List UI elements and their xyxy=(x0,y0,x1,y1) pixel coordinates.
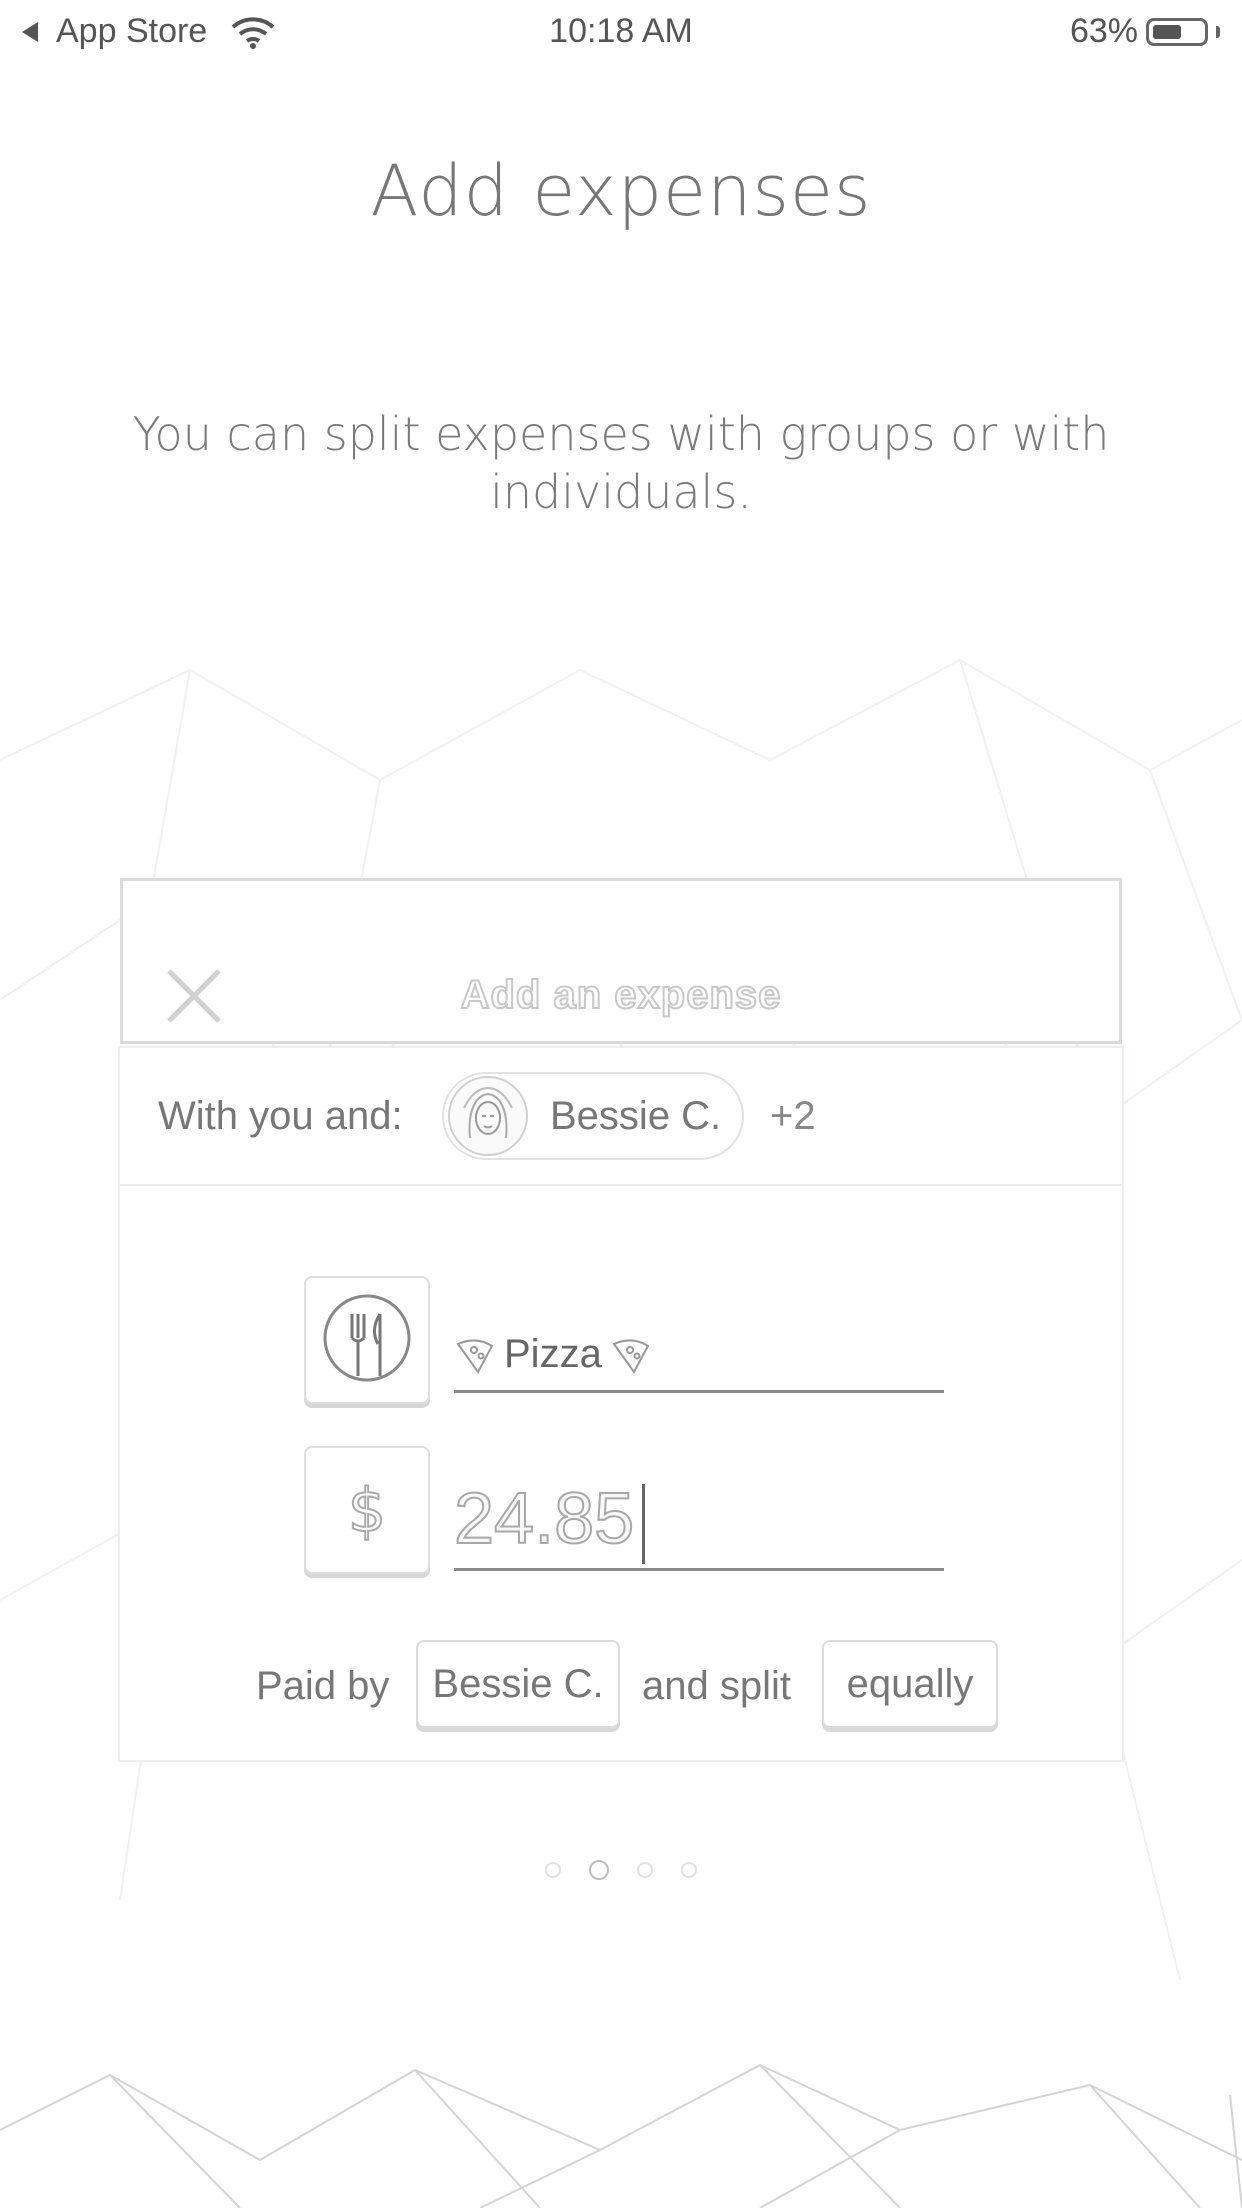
amount-field[interactable]: 24.85 xyxy=(453,1468,944,1571)
text-cursor xyxy=(642,1484,645,1564)
avatar xyxy=(448,1076,528,1156)
description-value: Pizza xyxy=(504,1332,602,1376)
description-field[interactable]: Pizza xyxy=(454,1310,944,1393)
status-bar: App Store 10:18 AM 63% xyxy=(0,0,1242,62)
pizza-icon xyxy=(612,1339,650,1374)
page-subtitle: You can split expenses with groups or wi… xyxy=(132,407,1110,519)
page-indicator xyxy=(0,1860,1242,1880)
expense-card: With you and: Bessie C. +2 Pizza $ 24.85… xyxy=(118,1046,1124,1762)
paid-by-label: Paid by xyxy=(256,1664,390,1708)
category-button[interactable] xyxy=(304,1276,430,1404)
page-dot[interactable] xyxy=(637,1862,653,1878)
pizza-icon xyxy=(456,1339,494,1374)
with-label: With you and: xyxy=(158,1094,403,1138)
participant-chip[interactable]: Bessie C. xyxy=(442,1072,744,1160)
split-method-button[interactable]: equally xyxy=(822,1640,998,1728)
battery-percent: 63% xyxy=(1069,12,1138,50)
extra-participants-count[interactable]: +2 xyxy=(770,1094,816,1139)
battery-icon xyxy=(1146,17,1208,46)
amount-value: 24.85 xyxy=(453,1478,635,1560)
expense-card-header: Add an expense xyxy=(120,878,1122,1044)
participants-row: With you and: Bessie C. +2 xyxy=(120,1048,1122,1186)
payer-button[interactable]: Bessie C. xyxy=(416,1640,620,1728)
page-dot[interactable] xyxy=(681,1862,697,1878)
paid-by-row: Paid by Bessie C. and split equally xyxy=(120,1640,1122,1730)
page-dot[interactable] xyxy=(589,1860,609,1880)
battery-indicator: 63% xyxy=(1070,12,1220,51)
participant-name: Bessie C. xyxy=(550,1094,722,1138)
page-dot[interactable] xyxy=(545,1862,561,1878)
expense-header-title: Add an expense xyxy=(460,972,782,1018)
currency-button[interactable]: $ xyxy=(304,1446,430,1574)
fork-knife-icon xyxy=(323,1294,411,1382)
person-avatar-icon xyxy=(463,1086,513,1139)
currency-symbol: $ xyxy=(347,1475,387,1547)
and-split-label: and split xyxy=(642,1664,791,1708)
page-title: Add expenses xyxy=(370,150,872,232)
status-time: 10:18 AM xyxy=(549,12,693,50)
